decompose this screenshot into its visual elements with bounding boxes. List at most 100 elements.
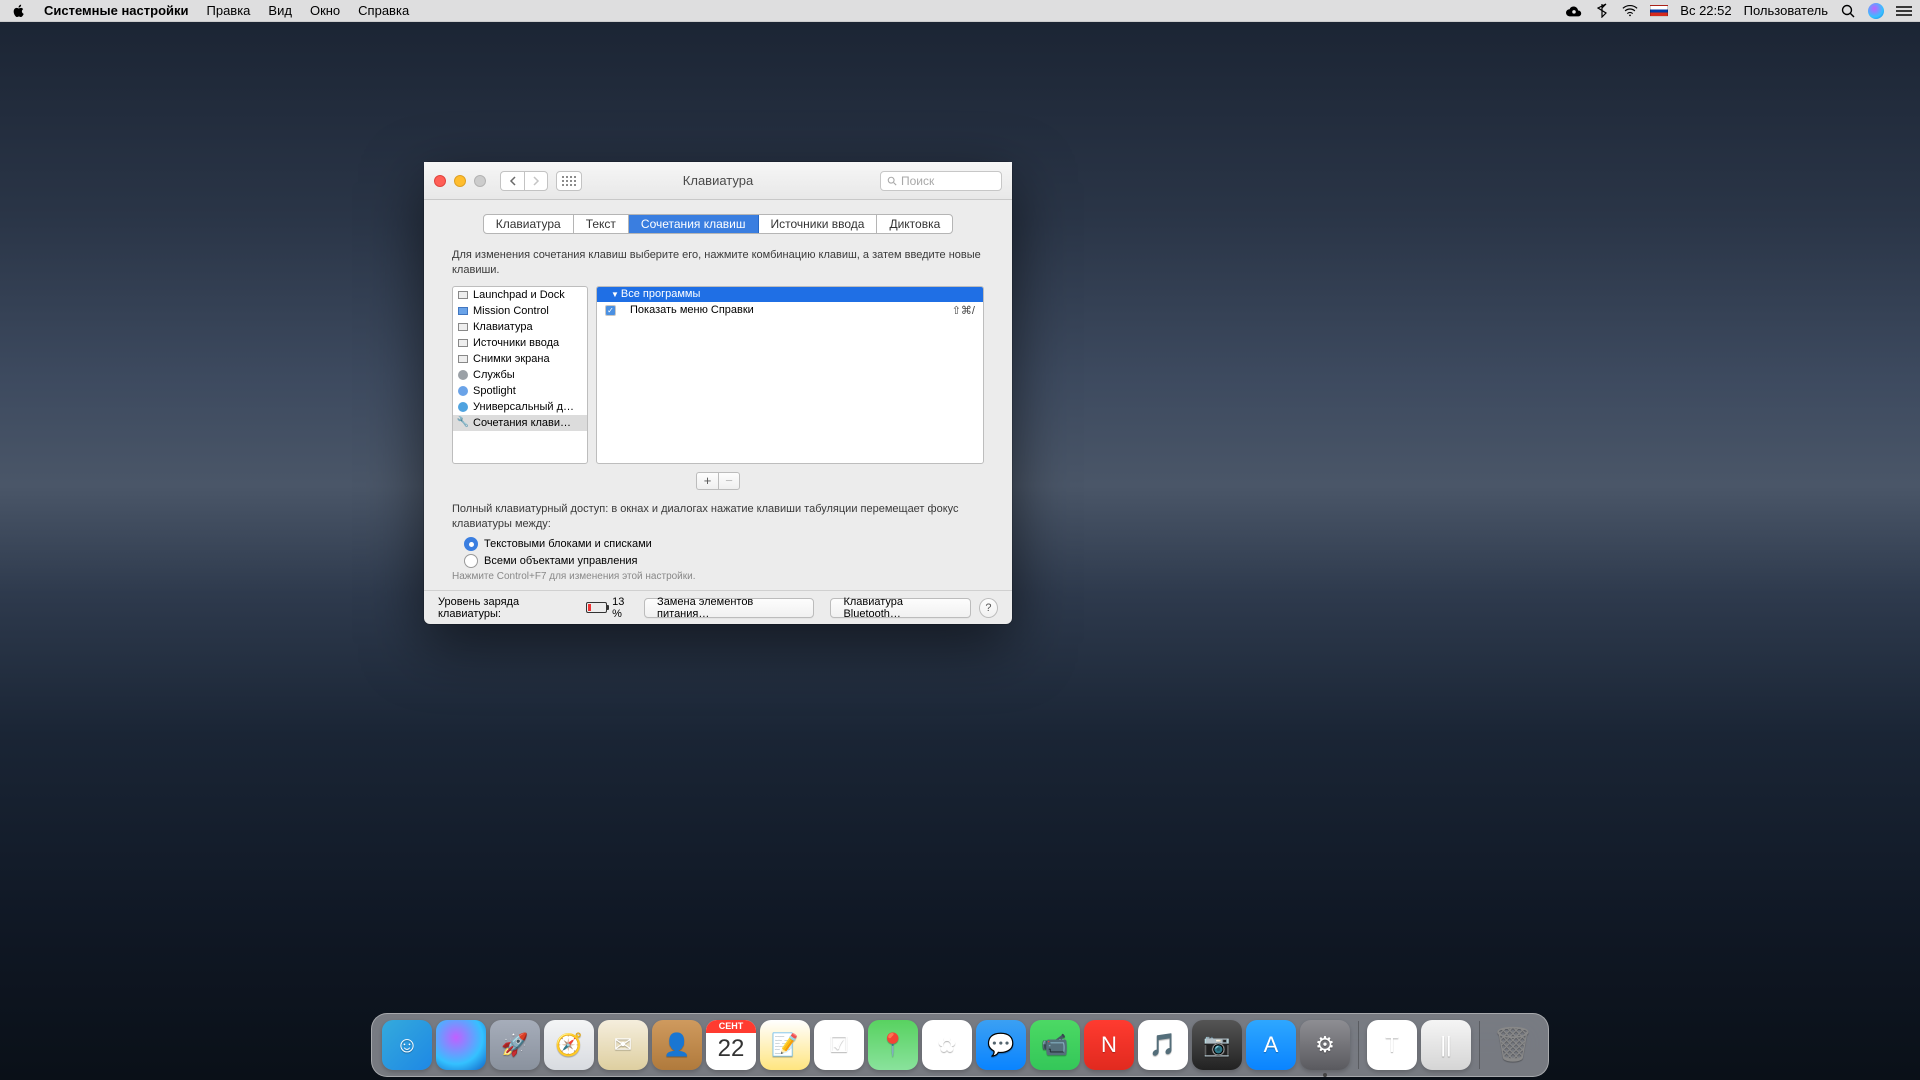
minimize-button[interactable] (454, 175, 466, 187)
add-remove-buttons: + − (452, 472, 984, 490)
replace-batteries-button[interactable]: Замена элементов питания… (644, 598, 814, 618)
dock-messages[interactable]: 💬 (976, 1020, 1026, 1070)
instruction-text: Для изменения сочетания клавиш выберите … (452, 248, 984, 278)
nav-buttons (500, 171, 548, 191)
shortcut-keys: ⇧⌘/ (952, 304, 975, 317)
search-placeholder: Поиск (901, 174, 934, 188)
dock-facetime[interactable]: 📹 (1030, 1020, 1080, 1070)
spotlight-icon[interactable] (1840, 3, 1856, 19)
menubar-right: Вс 22:52 Пользователь (1566, 3, 1912, 19)
radio-label: Всеми объектами управления (484, 555, 638, 567)
system-preferences-window: Клавиатура Поиск КлавиатураТекстСочетани… (424, 162, 1012, 624)
wifi-icon[interactable] (1622, 3, 1638, 19)
show-all-button[interactable] (556, 171, 582, 191)
add-button[interactable]: + (696, 472, 718, 490)
dock-calendar[interactable]: СЕНТ22 (706, 1020, 756, 1070)
forward-button[interactable] (524, 171, 548, 191)
category-label: Spotlight (473, 385, 516, 397)
category-item[interactable]: Источники ввода (453, 335, 587, 351)
tab-3[interactable]: Источники ввода (759, 215, 878, 233)
notification-center-icon[interactable] (1896, 3, 1912, 19)
dock-reminders[interactable]: ☑ (814, 1020, 864, 1070)
menu-help[interactable]: Справка (349, 3, 418, 18)
menu-edit[interactable]: Правка (198, 3, 260, 18)
dock-preferences[interactable]: ⚙ (1300, 1020, 1350, 1070)
apple-logo-icon[interactable] (12, 4, 26, 18)
category-label: Клавиатура (473, 321, 533, 333)
menubar-left: Системные настройки Правка Вид Окно Спра… (8, 3, 418, 18)
dock-contacts[interactable]: 👤 (652, 1020, 702, 1070)
dock-launchpad[interactable]: 🚀 (490, 1020, 540, 1070)
category-label: Службы (473, 369, 515, 381)
category-label: Снимки экрана (473, 353, 550, 365)
dock-safari[interactable]: 🧭 (544, 1020, 594, 1070)
radio-all-controls[interactable]: Всеми объектами управления (464, 554, 984, 568)
clock[interactable]: Вс 22:52 (1680, 3, 1731, 18)
dock-photos[interactable]: ✿ (922, 1020, 972, 1070)
menu-view[interactable]: Вид (259, 3, 301, 18)
dock-siri[interactable] (436, 1020, 486, 1070)
dock: ☺ 🚀🧭✉👤СЕНТ22📝☑📍✿💬📹N🎵📷A⚙ T|| 🗑 (371, 1013, 1549, 1077)
dock-appstore[interactable]: A (1246, 1020, 1296, 1070)
input-source-flag-icon[interactable] (1650, 5, 1668, 17)
category-list[interactable]: Launchpad и Dock Mission Control Клавиатур… (452, 286, 588, 464)
category-label: Источники ввода (473, 337, 559, 349)
hint-text: Нажмите Control+F7 для изменения этой на… (452, 571, 984, 582)
dock-parallels[interactable]: || (1421, 1020, 1471, 1070)
dock-finder[interactable]: ☺ (382, 1020, 432, 1070)
tabs-row: КлавиатураТекстСочетания клавишИсточники… (424, 200, 1012, 248)
dock-notes[interactable]: 📝 (760, 1020, 810, 1070)
category-icon (457, 289, 469, 301)
category-item[interactable]: 🔧 Сочетания клави… (453, 415, 587, 431)
category-item[interactable]: Spotlight (453, 383, 587, 399)
checkbox[interactable]: ✓ (605, 305, 616, 316)
dock-photobooth[interactable]: 📷 (1192, 1020, 1242, 1070)
category-icon (457, 337, 469, 349)
category-icon: 🔧 (457, 417, 469, 429)
category-item[interactable]: Снимки экрана (453, 351, 587, 367)
bluetooth-icon[interactable] (1594, 3, 1610, 19)
category-item[interactable]: Launchpad и Dock (453, 287, 587, 303)
back-button[interactable] (500, 171, 524, 191)
category-item[interactable]: Службы (453, 367, 587, 383)
dock-mail[interactable]: ✉ (598, 1020, 648, 1070)
dock-news[interactable]: N (1084, 1020, 1134, 1070)
battery-percent: 13 % (612, 596, 636, 620)
dock-itunes[interactable]: 🎵 (1138, 1020, 1188, 1070)
tab-4[interactable]: Диктовка (877, 215, 952, 233)
dock-textedit[interactable]: T (1367, 1020, 1417, 1070)
dock-separator (1479, 1021, 1480, 1069)
category-item[interactable]: Универсальный д… (453, 399, 587, 415)
tab-0[interactable]: Клавиатура (484, 215, 574, 233)
remove-button: − (718, 472, 740, 490)
shortcut-row[interactable]: ✓Показать меню Справки⇧⌘/ (597, 302, 983, 319)
category-label: Mission Control (473, 305, 549, 317)
dock-trash[interactable]: 🗑 (1488, 1020, 1538, 1070)
user-menu[interactable]: Пользователь (1744, 3, 1828, 18)
dock-maps[interactable]: 📍 (868, 1020, 918, 1070)
bluetooth-keyboard-button[interactable]: Клавиатура Bluetooth… (830, 598, 970, 618)
shortcut-group-header[interactable]: ▼Все программы (597, 287, 983, 302)
radio-text-only[interactable]: Текстовыми блоками и списками (464, 537, 984, 551)
category-label: Сочетания клави… (473, 417, 571, 429)
shortcut-list[interactable]: ▼Все программы ✓Показать меню Справки⇧⌘/ (596, 286, 984, 464)
menu-window[interactable]: Окно (301, 3, 349, 18)
group-header-label: Все программы (621, 288, 700, 300)
zoom-button (474, 175, 486, 187)
category-item[interactable]: Mission Control (453, 303, 587, 319)
tab-1[interactable]: Текст (574, 215, 629, 233)
disclosure-triangle-icon: ▼ (611, 290, 619, 299)
category-icon (457, 401, 469, 413)
radio-icon (464, 554, 478, 568)
category-item[interactable]: Клавиатура (453, 319, 587, 335)
close-button[interactable] (434, 175, 446, 187)
battery-label: Уровень заряда клавиатуры: (438, 596, 578, 620)
app-menu[interactable]: Системные настройки (35, 3, 198, 18)
search-icon (887, 176, 897, 186)
search-input[interactable]: Поиск (880, 171, 1002, 191)
cloud-icon[interactable] (1566, 3, 1582, 19)
help-button[interactable]: ? (979, 598, 998, 618)
siri-icon[interactable] (1868, 3, 1884, 19)
dock-separator (1358, 1021, 1359, 1069)
tab-2[interactable]: Сочетания клавиш (629, 215, 759, 233)
